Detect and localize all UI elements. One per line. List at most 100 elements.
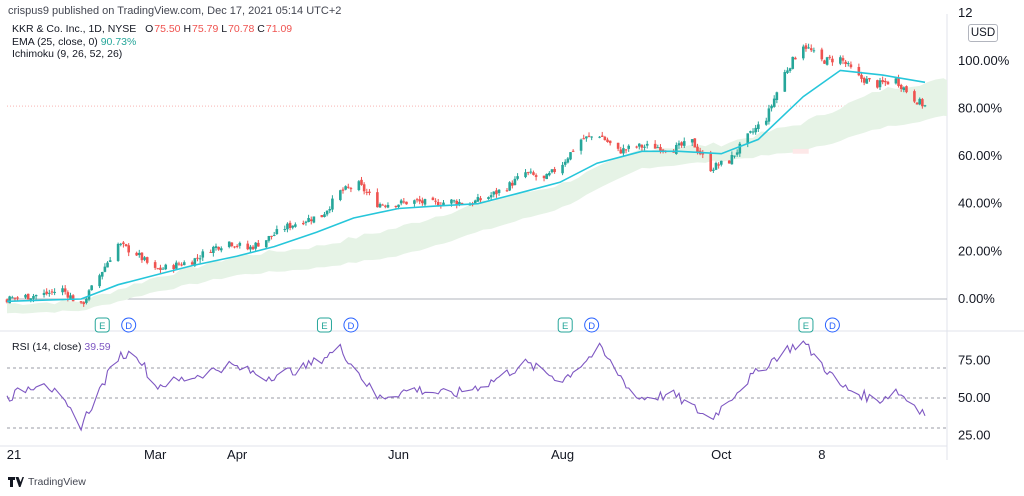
- candle-up: [545, 173, 548, 180]
- candle-up: [108, 260, 112, 262]
- candle-down: [603, 136, 607, 141]
- candle-up: [749, 131, 752, 133]
- candle-down: [13, 297, 17, 299]
- candle-up: [85, 298, 88, 303]
- candle-down: [270, 235, 273, 237]
- candle-down: [124, 244, 128, 246]
- candle-down: [640, 145, 644, 148]
- footer-brand[interactable]: TradingView: [28, 476, 86, 488]
- candle-down: [431, 197, 435, 201]
- rsi-line: [6, 340, 926, 432]
- candle-down: [309, 219, 313, 222]
- candle-up: [487, 197, 490, 200]
- candle-up: [783, 72, 787, 92]
- candle-down: [66, 292, 70, 298]
- candle-up: [712, 169, 715, 171]
- candle-up: [802, 46, 805, 59]
- candle-up: [590, 136, 593, 138]
- candle-up: [775, 92, 779, 101]
- candle-up: [8, 296, 11, 304]
- candle-up: [103, 266, 107, 272]
- candle-down: [209, 251, 213, 253]
- candle-up: [878, 80, 882, 88]
- candle-up: [312, 216, 316, 223]
- candle-up: [825, 57, 829, 65]
- dividend-marker-label: D: [588, 321, 595, 332]
- candle-down: [582, 138, 586, 140]
- candle-up: [201, 251, 205, 258]
- candle-down: [320, 215, 324, 218]
- candle-up: [61, 288, 64, 293]
- candle-up: [569, 152, 572, 160]
- candle-up: [566, 158, 570, 163]
- rsi-tick-label: 50.00: [958, 390, 991, 405]
- candle-down: [809, 48, 813, 51]
- footer: TradingView: [8, 476, 86, 488]
- candle-down: [844, 61, 847, 65]
- candle-down: [899, 84, 903, 89]
- price-tick-label: 100.00%: [958, 53, 1010, 68]
- candle-down: [79, 301, 83, 303]
- candle-down: [135, 252, 138, 256]
- candle-up: [690, 139, 694, 143]
- candle-down: [145, 257, 149, 263]
- time-tick-label: Mar: [144, 447, 167, 462]
- candle-up: [24, 294, 27, 298]
- ema-line: [6, 69, 926, 303]
- earnings-marker-label: E: [562, 321, 568, 332]
- candle-down: [860, 74, 863, 79]
- candle-down: [172, 265, 175, 270]
- candle-down: [402, 201, 406, 203]
- candle-up: [497, 189, 501, 193]
- candle-down: [913, 91, 916, 102]
- chart-canvas[interactable]: 0.00% 20.00% 40.00% 60.00% 80.00% 100.00% 12 E E…: [0, 0, 1024, 496]
- rsi-tick-label: 25.00: [958, 428, 991, 443]
- candle-down: [571, 150, 575, 152]
- currency-badge[interactable]: USD: [968, 24, 998, 42]
- candle-down: [341, 189, 345, 191]
- chart-page: crispus9 published on TradingView.com, D…: [0, 0, 1024, 496]
- candle-up: [846, 63, 850, 65]
- candle-up: [304, 221, 308, 223]
- candle-up: [116, 243, 120, 261]
- candle-down: [881, 80, 884, 83]
- candle-up: [812, 50, 816, 52]
- candle-down: [156, 268, 160, 270]
- candle-up: [267, 236, 271, 241]
- candle-up: [788, 68, 792, 71]
- dividend-marker-label: D: [125, 321, 132, 332]
- dividend-marker-label: D: [829, 321, 836, 332]
- candle-up: [249, 246, 252, 250]
- candle-down: [659, 146, 662, 152]
- candle-down: [153, 262, 157, 268]
- candle-up: [643, 146, 646, 148]
- price-tick-label: 60.00%: [958, 148, 1003, 163]
- candle-up: [452, 200, 456, 202]
- candle-down: [841, 58, 845, 61]
- candle-down: [701, 153, 705, 155]
- candle-down: [190, 262, 194, 265]
- candle-down: [180, 264, 183, 266]
- candle-up: [164, 264, 168, 270]
- candle-down: [921, 99, 924, 107]
- candle-down: [362, 184, 366, 192]
- candle-down: [828, 56, 832, 58]
- candle-up: [656, 147, 660, 149]
- candle-down: [915, 102, 919, 105]
- candle-up: [42, 292, 46, 295]
- candle-down: [884, 80, 887, 83]
- rsi-tick-label: 75.00: [958, 353, 991, 368]
- candle-down: [405, 201, 408, 205]
- candle-up: [738, 143, 742, 154]
- candle-down: [616, 142, 620, 149]
- candle-up: [757, 124, 760, 130]
- candle-down: [394, 205, 398, 207]
- candle-down: [820, 49, 824, 60]
- candle-down: [82, 302, 86, 305]
- candle-up: [357, 181, 361, 191]
- candle-down: [159, 267, 162, 270]
- candle-up: [238, 242, 242, 246]
- candle-up: [397, 204, 400, 207]
- candle-down: [849, 64, 853, 68]
- candle-down: [217, 246, 220, 250]
